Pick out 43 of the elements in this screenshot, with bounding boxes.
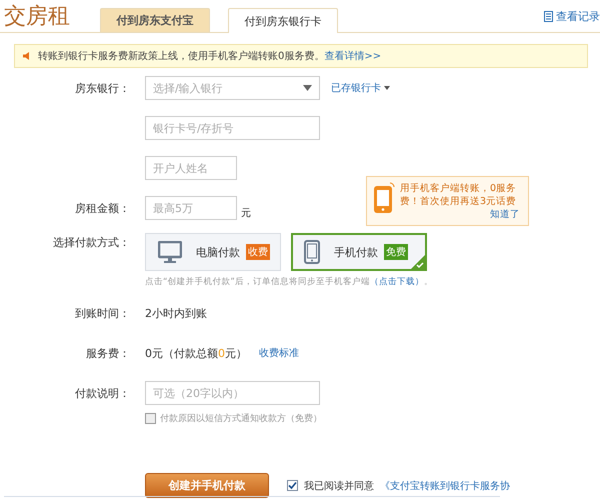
monitor-icon <box>158 241 182 263</box>
details-link[interactable]: 查看详情>> <box>324 51 382 62</box>
checkbox[interactable] <box>145 412 156 424</box>
download-link[interactable]: （点击下载） <box>370 277 424 287</box>
field-label: 服务费： <box>85 346 130 360</box>
field-label: 付款说明： <box>74 386 130 400</box>
card-number-field[interactable]: 银行卡号/存折号 <box>145 116 320 140</box>
hint-text: 点击“创建并手机付款”后，订单信息将同步至手机客户端（点击下载）。 <box>145 276 433 288</box>
unit-label: 元 <box>241 207 251 220</box>
note-field[interactable]: 可选（20字以内） <box>145 381 320 405</box>
holder-name-field[interactable]: 开户人姓名 <box>145 156 237 180</box>
checkbox[interactable] <box>287 480 298 491</box>
amount-field[interactable]: 最高5万 <box>145 196 237 220</box>
tab[interactable]: 付到房东银行卡 <box>228 8 338 33</box>
arrival-time: 2小时内到账 <box>145 306 207 320</box>
tablet-icon <box>304 240 320 264</box>
agreement-link[interactable]: 《支付宝转账到银行卡服务协 <box>380 478 510 492</box>
submit-button[interactable]: 创建并手机付款 <box>145 473 269 498</box>
payment-option[interactable]: 电脑付款 收费 <box>145 233 281 271</box>
agreement-text: 我已阅读并同意 <box>304 480 374 492</box>
caret-icon <box>303 85 312 91</box>
list-icon <box>544 11 553 22</box>
tooltip-text: 用手机客户端转账，0服务费！首次使用再送3元话费 <box>400 182 518 208</box>
speaker-icon <box>22 51 32 61</box>
check-icon <box>411 255 425 269</box>
fee-badge: 收费 <box>246 244 270 260</box>
page-title: 交房租 <box>4 3 71 31</box>
phone-icon <box>373 182 395 214</box>
payment-option[interactable]: 手机付款 免费 <box>291 233 427 271</box>
tab[interactable]: 付到房东支付宝 <box>100 8 210 32</box>
fee-badge: 免费 <box>384 244 408 260</box>
caret-icon <box>384 86 390 90</box>
notice-text: 转账到银行卡服务费新政策上线，使用手机客户端转账0服务费。查看详情>> <box>38 50 382 63</box>
field-label: 到账时间： <box>74 306 130 320</box>
sms-option-label: 付款原因以短信方式通知收款方（免费） <box>160 412 322 424</box>
fee-value: 0元（付款总额0元） <box>145 346 247 360</box>
dismiss-link[interactable]: 知道了 <box>490 208 520 221</box>
history-link[interactable]: 查看记录 <box>544 9 600 24</box>
saved-cards-link[interactable]: 已存银行卡 <box>331 81 390 95</box>
field-label: 房租金额： <box>74 200 130 216</box>
fee-standard-link[interactable]: 收费标准 <box>259 346 299 360</box>
field-label: 房东银行： <box>74 80 130 96</box>
field-label: 选择付款方式： <box>52 235 130 250</box>
